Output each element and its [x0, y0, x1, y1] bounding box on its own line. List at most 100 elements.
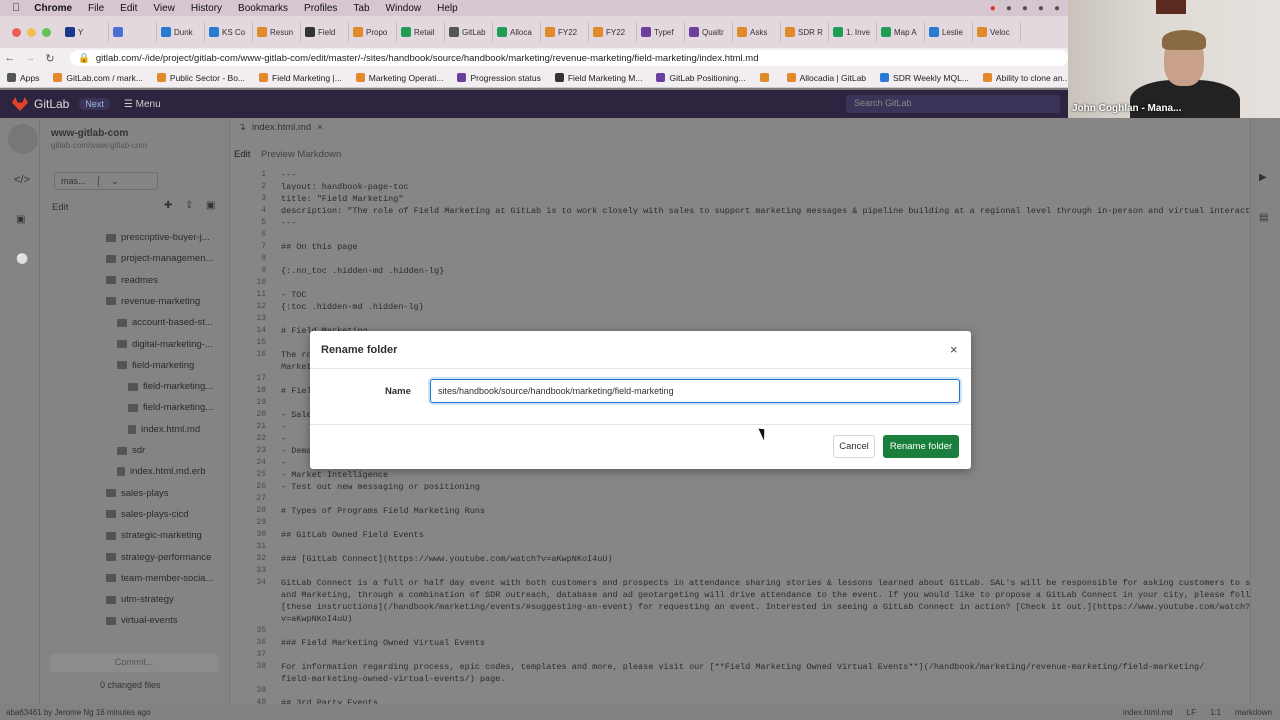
tree-item[interactable]: field-marketing [117, 360, 194, 371]
bookmark-item[interactable]: SDR Weekly MQL... [873, 73, 976, 83]
tree-item[interactable]: account-based-st... [117, 317, 213, 328]
reload-icon[interactable]: ↻ [40, 52, 60, 65]
browser-tab[interactable]: Veloc [973, 21, 1021, 43]
tree-item[interactable]: revenue-marketing [106, 296, 200, 307]
close-tab-icon[interactable]: × [317, 122, 323, 133]
code-icon[interactable]: </> [14, 174, 30, 186]
record-icon[interactable]: ● [990, 3, 996, 14]
menu-profiles[interactable]: Profiles [296, 3, 345, 14]
browser-tab[interactable]: FY22 [541, 21, 589, 43]
cancel-button[interactable]: Cancel [833, 435, 875, 458]
browser-tab[interactable]: SDR R [781, 21, 829, 43]
bookmark-item[interactable]: Allocadia | GitLab [780, 73, 873, 83]
menu-window[interactable]: Window [378, 3, 430, 14]
bookmark-item[interactable]: Progression status [450, 73, 547, 83]
review-icon[interactable]: ▣ [16, 214, 25, 225]
battery-icon[interactable]: ● [1022, 3, 1028, 14]
browser-tab[interactable]: Leslie [925, 21, 973, 43]
menu-view[interactable]: View [145, 3, 183, 14]
line-number: 25 [256, 470, 266, 479]
browser-tab[interactable]: Map A [877, 21, 925, 43]
tree-item[interactable]: prescriptive-buyer-j... [106, 232, 210, 243]
preview-icon[interactable]: ▶ [1259, 172, 1267, 183]
minimize-window-icon[interactable] [27, 27, 36, 37]
close-icon[interactable]: × [950, 342, 958, 357]
forward-icon[interactable]: → [20, 52, 40, 64]
tree-item[interactable]: project-managemen... [106, 253, 213, 264]
browser-tab[interactable]: KS Co [205, 21, 253, 43]
browser-tab[interactable]: Qualtr [685, 21, 733, 43]
bookmark-item[interactable]: Marketing Operati... [349, 73, 451, 83]
preview-markdown-tab[interactable]: Preview Markdown [261, 149, 341, 160]
bookmark-item[interactable]: Field Marketing M... [548, 73, 650, 83]
finder-icon[interactable]: ● [1006, 3, 1012, 14]
tree-item[interactable]: digital-marketing-... [117, 339, 213, 350]
rename-folder-button[interactable]: Rename folder [883, 435, 959, 458]
commit-button[interactable]: Commit... [50, 654, 218, 672]
terminal-icon[interactable]: ▤ [1259, 212, 1268, 223]
tree-item[interactable]: field-marketing... [128, 381, 213, 392]
file-tab[interactable]: ↴ index.html.md × [238, 122, 323, 133]
menu-bookmarks[interactable]: Bookmarks [230, 3, 296, 14]
edit-mode-tab[interactable]: Edit [234, 149, 250, 160]
url-field[interactable]: 🔒 gitlab.com/-/ide/project/gitlab-com/ww… [70, 50, 1068, 66]
browser-tab[interactable]: Y [61, 21, 109, 43]
back-icon[interactable]: ← [0, 52, 20, 64]
browser-tab[interactable]: Propo [349, 21, 397, 43]
gitlab-search-input[interactable]: Search GitLab [846, 95, 1060, 113]
tree-item[interactable]: field-marketing... [128, 402, 213, 413]
tree-item[interactable]: sdr [117, 445, 145, 456]
tree-item[interactable]: sales-plays-cicd [106, 509, 189, 520]
browser-tab[interactable]: Alloca [493, 21, 541, 43]
bookmark-item[interactable]: GitLab Positioning... [649, 73, 752, 83]
bookmark-item[interactable]: Ability to clone an... [976, 73, 1077, 83]
browser-tab[interactable]: Typef [637, 21, 685, 43]
next-badge[interactable]: Next [79, 98, 110, 110]
bookmark-item[interactable]: Apps [0, 73, 46, 83]
tree-item[interactable]: strategy-performance [106, 552, 211, 563]
browser-tab[interactable]: 1. Inve [829, 21, 877, 43]
tree-item[interactable]: virtual-events [106, 615, 178, 626]
new-directory-icon[interactable]: ▣ [206, 200, 215, 211]
menu-edit[interactable]: Edit [112, 3, 145, 14]
tree-item[interactable]: index.html.md [128, 424, 200, 435]
menu-tab[interactable]: Tab [345, 3, 377, 14]
commit-icon[interactable]: ⚪ [16, 254, 28, 265]
tree-item[interactable]: team-member-socia... [106, 573, 213, 584]
menu-help[interactable]: Help [429, 3, 466, 14]
upload-icon[interactable]: ⇪ [185, 200, 193, 211]
menu-chrome[interactable]: Chrome [26, 3, 80, 14]
bookmark-item[interactable] [753, 73, 780, 82]
browser-tab[interactable]: Field [301, 21, 349, 43]
code-line: [these instructions](/handbook/marketing… [281, 602, 1251, 612]
browser-tab[interactable]: Asks [733, 21, 781, 43]
branch-selector[interactable]: mas... ⌠ ⌄ [54, 172, 158, 190]
tree-item[interactable]: sales-plays [106, 488, 169, 499]
menu-history[interactable]: History [183, 3, 230, 14]
project-name[interactable]: www-gitlab-com [51, 128, 128, 139]
new-file-icon[interactable]: ✚ [164, 200, 172, 211]
close-window-icon[interactable] [12, 27, 21, 37]
tree-item[interactable]: utm-strategy [106, 594, 174, 605]
browser-tab[interactable]: Dunk [157, 21, 205, 43]
bookmark-item[interactable]: Public Sector - Bo... [150, 73, 252, 83]
tree-item[interactable]: strategic-marketing [106, 530, 202, 541]
folder-name-input[interactable] [430, 379, 960, 403]
control-center-icon[interactable]: ● [1038, 3, 1044, 14]
bookmark-label: Progression status [470, 72, 541, 83]
gitlab-logo[interactable]: GitLab [12, 97, 69, 111]
menu-file[interactable]: File [80, 3, 112, 14]
browser-tab[interactable]: Resun [253, 21, 301, 43]
tree-item[interactable]: readmes [106, 275, 158, 286]
browser-tab[interactable]: FY22 [589, 21, 637, 43]
main-menu-button[interactable]: ☰ Menu [124, 99, 161, 110]
browser-tab[interactable] [109, 21, 157, 43]
apple-icon[interactable]:  [0, 2, 26, 14]
maximize-window-icon[interactable] [42, 27, 51, 37]
tree-item[interactable]: index.html.md.erb [117, 466, 206, 477]
browser-tab[interactable]: GitLab [445, 21, 493, 43]
bookmark-item[interactable]: GitLab.com / mark... [46, 73, 150, 83]
bookmark-item[interactable]: Field Marketing |... [252, 73, 349, 83]
browser-tab[interactable]: Retail [397, 21, 445, 43]
siri-icon[interactable]: ● [1054, 3, 1060, 14]
